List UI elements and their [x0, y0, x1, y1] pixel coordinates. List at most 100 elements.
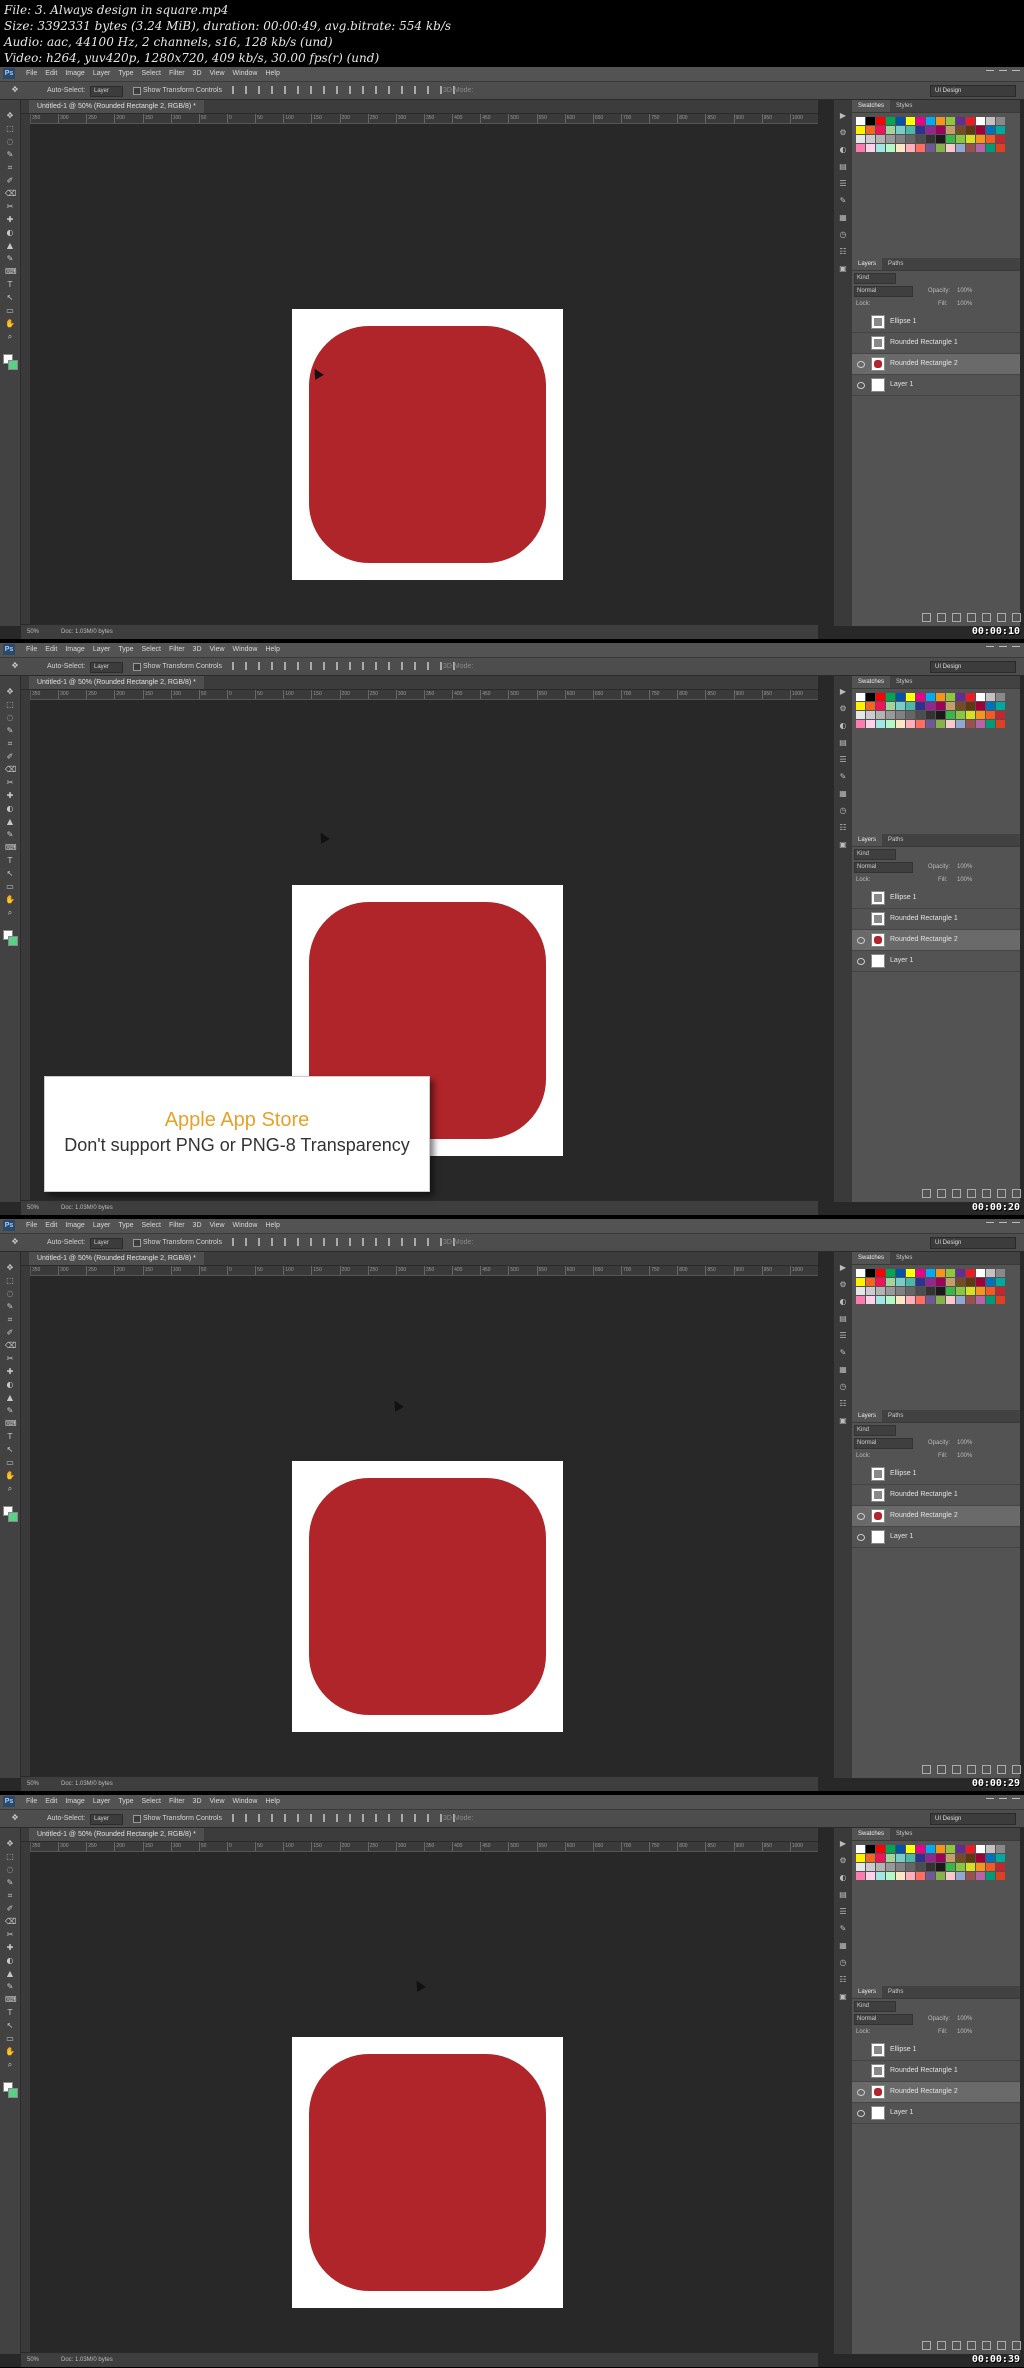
color-swatch[interactable] — [926, 1269, 935, 1277]
color-swatch[interactable] — [916, 1872, 925, 1880]
color-swatch[interactable] — [976, 1845, 985, 1853]
panel-shortcut-icon[interactable]: ◐ — [839, 722, 847, 730]
panel-shortcut-icon[interactable]: ▤ — [839, 1315, 847, 1323]
eye-icon[interactable] — [857, 2089, 865, 2096]
color-swatch[interactable] — [876, 144, 885, 152]
show-transform-checkbox[interactable] — [133, 663, 141, 671]
color-swatch[interactable] — [986, 1296, 995, 1304]
color-swatch[interactable] — [876, 1872, 885, 1880]
color-swatch[interactable] — [996, 1296, 1005, 1304]
color-swatch[interactable] — [876, 117, 885, 125]
color-swatch[interactable] — [896, 1269, 905, 1277]
color-swatch[interactable] — [926, 693, 935, 701]
menu-item[interactable]: Help — [265, 643, 279, 657]
tool-icon[interactable]: ⌕ — [5, 2061, 15, 2069]
menu-item[interactable]: Edit — [45, 67, 57, 81]
color-swatch[interactable] — [976, 1278, 985, 1286]
color-swatch[interactable] — [886, 1287, 895, 1295]
color-swatch[interactable] — [996, 144, 1005, 152]
tool-icon[interactable]: ⬚ — [5, 1277, 15, 1285]
align-icon[interactable] — [271, 662, 279, 670]
align-icon[interactable] — [258, 1814, 266, 1822]
color-swatch[interactable] — [966, 1296, 975, 1304]
align-icon[interactable] — [336, 1238, 344, 1246]
document-tab[interactable]: Untitled-1 @ 50% (Rounded Rectangle 2, R… — [29, 676, 204, 689]
document-tab[interactable]: Untitled-1 @ 50% (Rounded Rectangle 2, R… — [29, 1828, 204, 1841]
color-swatch[interactable] — [996, 693, 1005, 701]
color-swatch[interactable] — [946, 1287, 955, 1295]
color-swatch[interactable] — [866, 1278, 875, 1286]
align-icon[interactable] — [388, 662, 396, 670]
panel-shortcut-icon[interactable]: ⚙ — [839, 1857, 847, 1865]
tool-icon[interactable]: ✋ — [5, 320, 15, 328]
color-swatch[interactable] — [896, 711, 905, 719]
color-swatch[interactable] — [856, 117, 865, 125]
tool-icon[interactable]: ▭ — [5, 2035, 15, 2043]
color-swatch[interactable] — [856, 720, 865, 728]
color-swatch[interactable] — [996, 135, 1005, 143]
tool-icon[interactable]: ✂ — [5, 779, 15, 787]
color-swatch[interactable] — [956, 135, 965, 143]
color-swatch[interactable] — [916, 1287, 925, 1295]
color-swatch[interactable] — [856, 711, 865, 719]
color-swatch[interactable] — [866, 1269, 875, 1277]
tool-icon[interactable]: ✐ — [5, 753, 15, 761]
align-icon[interactable] — [271, 86, 279, 94]
color-swatch[interactable] — [876, 1854, 885, 1862]
menu-item[interactable]: Filter — [169, 1795, 185, 1809]
eye-icon[interactable] — [857, 2110, 865, 2117]
background-color[interactable] — [8, 936, 18, 946]
tool-icon[interactable]: ⌕ — [5, 1485, 15, 1493]
panel-shortcut-icon[interactable]: ⚙ — [839, 129, 847, 137]
color-swatch[interactable] — [986, 693, 995, 701]
align-icon[interactable] — [323, 86, 331, 94]
tool-icon[interactable]: ⌗ — [5, 740, 15, 748]
color-swatch[interactable] — [936, 1845, 945, 1853]
color-swatch[interactable] — [926, 1278, 935, 1286]
color-swatch[interactable] — [896, 1278, 905, 1286]
tool-icon[interactable]: ↖ — [5, 1446, 15, 1454]
color-swatch[interactable] — [876, 126, 885, 134]
tool-icon[interactable]: ✋ — [5, 1472, 15, 1480]
color-swatch[interactable] — [946, 1872, 955, 1880]
panel-shortcut-icon[interactable]: ☰ — [839, 1908, 847, 1916]
color-swatch[interactable] — [926, 711, 935, 719]
color-swatch[interactable] — [956, 1845, 965, 1853]
align-icon[interactable] — [271, 1238, 279, 1246]
tool-icon[interactable]: ◌ — [5, 1290, 15, 1298]
panel-shortcut-icon[interactable]: ▣ — [839, 265, 847, 273]
link-icon[interactable] — [922, 613, 931, 622]
align-icon[interactable] — [427, 1238, 435, 1246]
tool-icon[interactable]: ✎ — [5, 1303, 15, 1311]
color-swatch[interactable] — [856, 693, 865, 701]
tool-icon[interactable]: ↖ — [5, 870, 15, 878]
color-swatch[interactable] — [936, 1854, 945, 1862]
color-swatch[interactable] — [926, 1872, 935, 1880]
eye-icon[interactable] — [857, 1513, 865, 1520]
color-swatch[interactable] — [996, 1269, 1005, 1277]
color-swatch[interactable] — [916, 1269, 925, 1277]
layer-row[interactable]: Layer 1 — [852, 951, 1020, 972]
close-icon[interactable] — [1012, 1798, 1020, 1806]
fill-value[interactable]: 100% — [957, 875, 972, 885]
color-swatch[interactable] — [916, 693, 925, 701]
menu-item[interactable]: File — [26, 1219, 37, 1233]
tool-icon[interactable]: ✎ — [5, 831, 15, 839]
color-swatch[interactable] — [976, 1269, 985, 1277]
zoom-level[interactable]: 50% — [27, 2353, 39, 2367]
color-swatch[interactable] — [986, 126, 995, 134]
tool-icon[interactable]: T — [5, 857, 15, 865]
color-swatch[interactable] — [976, 126, 985, 134]
menu-item[interactable]: Filter — [169, 67, 185, 81]
color-swatch[interactable] — [966, 711, 975, 719]
color-swatch[interactable] — [946, 117, 955, 125]
panel-tab[interactable]: Styles — [890, 1828, 918, 1840]
menu-item[interactable]: File — [26, 67, 37, 81]
align-icon[interactable] — [284, 662, 292, 670]
color-swatch[interactable] — [956, 1863, 965, 1871]
tool-icon[interactable]: T — [5, 281, 15, 289]
color-swatch[interactable] — [996, 1872, 1005, 1880]
color-swatch[interactable] — [986, 702, 995, 710]
color-swatch[interactable] — [906, 1296, 915, 1304]
tool-icon[interactable]: ✎ — [5, 1407, 15, 1415]
